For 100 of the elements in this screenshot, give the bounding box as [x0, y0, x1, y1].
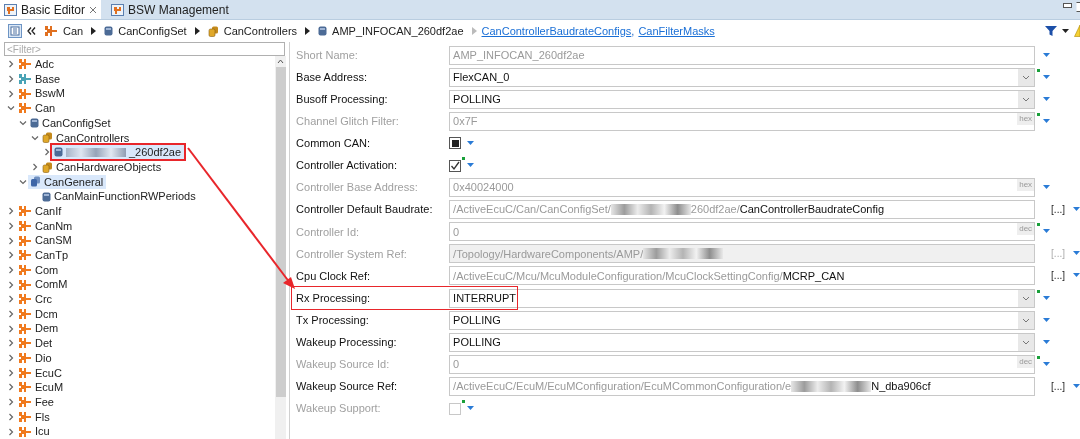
chevron-down-icon[interactable]: [7, 104, 15, 113]
filter-field[interactable]: <Filter>: [4, 42, 286, 56]
chevron-right-icon[interactable]: [7, 236, 15, 245]
chevron-right-icon[interactable]: [7, 412, 15, 421]
chevron-right-icon[interactable]: [7, 221, 15, 230]
close-icon[interactable]: [89, 5, 98, 14]
tree-item[interactable]: Fls: [16, 409, 53, 424]
maximize-icon[interactable]: [1076, 2, 1080, 12]
path-field[interactable]: /ActiveEcuC/Can/CanConfigSet/ 260df2ae/CanControllerBaudrateConfig: [449, 200, 1036, 220]
tree-item[interactable]: CanControllers: [40, 130, 133, 145]
tree-item[interactable]: Base: [16, 72, 64, 87]
tree-item[interactable]: EcuM: [16, 380, 67, 395]
tree-item[interactable]: CanSM: [16, 233, 75, 248]
tree-item[interactable]: Adc: [16, 57, 57, 72]
tree-item[interactable]: CanHardwareObjects: [40, 160, 165, 175]
path-field[interactable]: /ActiveEcuC/Mcu/McuModuleConfiguration/McuClockSettingConfig/MCRP_CAN: [449, 266, 1036, 286]
chevron-right-icon[interactable]: [7, 75, 15, 84]
scroll-up-icon[interactable]: [277, 59, 285, 64]
chevron-down-icon[interactable]: [31, 133, 39, 142]
chevron-right-icon[interactable]: [7, 251, 15, 260]
breadcrumb-item[interactable]: CanControllers: [204, 22, 301, 40]
field-label: Busoff Processing:: [296, 92, 389, 107]
dropdown-arrow-icon[interactable]: [1043, 229, 1051, 235]
dropdown-arrow-icon[interactable]: [1073, 207, 1080, 213]
tree-item[interactable]: CanIf: [16, 204, 65, 219]
browse-button[interactable]: [...]: [1051, 378, 1065, 394]
dropdown-field[interactable]: POLLING: [449, 89, 1036, 109]
breadcrumb-item[interactable]: CanConfigSet: [101, 22, 190, 40]
tree-item[interactable]: ComM: [16, 277, 71, 292]
tree-item[interactable]: EcuC: [16, 365, 65, 380]
chevron-right-icon[interactable]: [7, 324, 15, 333]
tree-item[interactable]: Fee: [16, 395, 57, 410]
tree-item[interactable]: CanNm: [16, 218, 76, 233]
dropdown-arrow-icon[interactable]: [1043, 118, 1051, 124]
dropdown-arrow-icon[interactable]: [467, 406, 475, 412]
dropdown-field[interactable]: POLLING: [449, 310, 1036, 330]
layout-icon[interactable]: [8, 24, 22, 38]
filter-icon[interactable]: [1045, 25, 1057, 37]
tree-item[interactable]: CanConfigSet: [28, 116, 114, 131]
dropdown-arrow-icon[interactable]: [1073, 251, 1080, 257]
dropdown-field[interactable]: FlexCAN_0: [449, 67, 1036, 87]
dropdown-arrow-icon[interactable]: [1043, 317, 1051, 323]
dropdown-arrow-icon[interactable]: [1043, 185, 1051, 191]
checkbox[interactable]: [449, 159, 462, 172]
tree-item[interactable]: CanGeneral: [28, 174, 107, 189]
chevron-right-icon[interactable]: [7, 339, 15, 348]
chevron-right-icon[interactable]: [7, 398, 15, 407]
chevron-right-icon[interactable]: [7, 383, 15, 392]
chevron-right-icon[interactable]: [7, 310, 15, 319]
chevron-right-icon[interactable]: [31, 163, 39, 172]
scrollbar[interactable]: [275, 56, 287, 439]
dropdown-arrow-icon[interactable]: [467, 140, 475, 146]
dropdown-arrow-icon[interactable]: [1043, 52, 1051, 58]
chevron-right-icon[interactable]: [7, 265, 15, 274]
dropdown-arrow-icon[interactable]: [1043, 295, 1051, 301]
dropdown-field[interactable]: POLLING: [449, 332, 1036, 352]
field-label: Controller Activation:: [296, 158, 398, 174]
dropdown-arrow-icon[interactable]: [1043, 96, 1051, 102]
tree-item[interactable]: Icu: [16, 424, 53, 439]
chevron-right-icon[interactable]: [43, 148, 51, 157]
caret-icon[interactable]: [1062, 29, 1069, 33]
editor-tab[interactable]: Basic Editor: [0, 0, 102, 19]
chevron-right-icon[interactable]: [7, 427, 15, 436]
tree-item[interactable]: CanTp: [16, 248, 72, 263]
chevron-right-icon[interactable]: [7, 280, 15, 289]
dropdown-arrow-icon[interactable]: [1043, 339, 1051, 345]
chevron-right-icon[interactable]: [7, 207, 15, 216]
tree-item[interactable]: BswM: [16, 86, 68, 101]
dropdown-arrow-icon[interactable]: [1073, 273, 1080, 279]
tree-item[interactable]: CanMainFunctionRWPeriods: [40, 189, 199, 204]
tree-item[interactable]: Det: [16, 336, 56, 351]
tree-item[interactable]: Dio: [16, 351, 55, 366]
breadcrumb-item[interactable]: AMP_INFOCAN_260df2ae: [315, 22, 467, 40]
path-field[interactable]: /ActiveEcuC/EcuM/EcuMConfiguration/EcuMCommonConfiguration/e N_dba906cf: [449, 376, 1036, 396]
tree-item[interactable]: Com: [16, 262, 62, 277]
browse-button[interactable]: [...]: [1051, 268, 1065, 284]
chevron-down-icon[interactable]: [19, 177, 27, 186]
tree-item[interactable]: Dcm: [16, 307, 61, 322]
chevron-right-icon[interactable]: [7, 60, 15, 69]
tree-item[interactable]: Crc: [16, 292, 56, 307]
chevron-right-icon[interactable]: [7, 89, 15, 98]
chevron-right-icon[interactable]: [7, 368, 15, 377]
chevron-down-icon[interactable]: [19, 119, 27, 128]
tree-item[interactable]: Dem: [16, 321, 62, 336]
browse-button[interactable]: [...]: [1051, 202, 1065, 218]
dropdown-arrow-icon[interactable]: [467, 163, 475, 168]
breadcrumb-item[interactable]: Can: [41, 22, 87, 40]
chevron-right-icon[interactable]: [7, 295, 15, 304]
minimize-icon[interactable]: [1063, 3, 1072, 8]
dropdown-arrow-icon[interactable]: [1043, 361, 1051, 367]
dropdown-field[interactable]: INTERRUPT: [449, 288, 1036, 308]
double-chevron-left-icon[interactable]: [27, 27, 36, 35]
tree-item[interactable]: _260df2ae: [52, 145, 184, 160]
chevron-right-icon[interactable]: [7, 354, 15, 363]
triangle-right-icon: [471, 27, 477, 35]
breadcrumb-link[interactable]: CanFilterMasks: [638, 22, 715, 40]
dropdown-arrow-icon[interactable]: [1073, 383, 1080, 389]
tree-item[interactable]: Can: [16, 101, 59, 116]
warning-icon[interactable]: [1074, 24, 1080, 38]
dropdown-arrow-icon[interactable]: [1043, 74, 1051, 80]
